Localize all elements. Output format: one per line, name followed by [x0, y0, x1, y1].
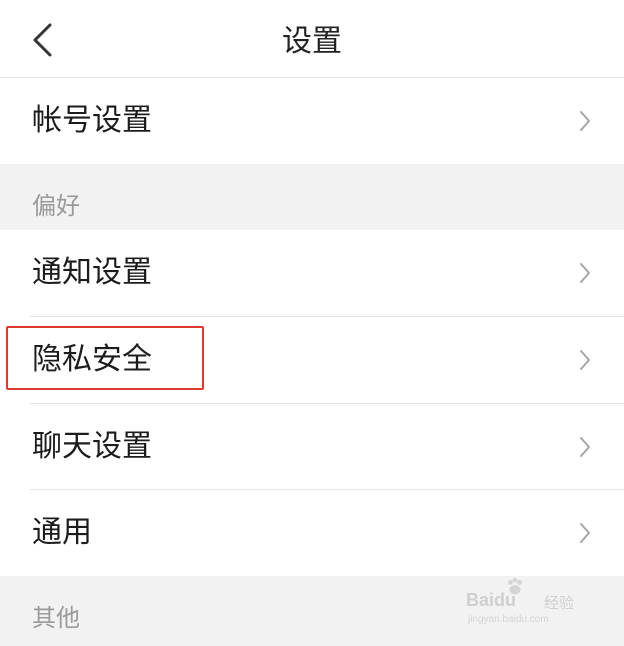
privacy-security-label: 隐私安全 [32, 342, 152, 377]
page-title: 设置 [282, 24, 342, 59]
preferences-section-title: 偏好 [32, 192, 80, 220]
chevron-right-icon [580, 437, 590, 457]
chevron-right-icon [580, 350, 590, 370]
notification-settings-row[interactable]: 通知设置 [0, 230, 624, 316]
other-section-title: 其他 [32, 604, 80, 632]
account-settings-row[interactable]: 帐号设置 [0, 78, 624, 164]
privacy-security-row[interactable]: 隐私安全 [0, 317, 624, 403]
chat-settings-row[interactable]: 聊天设置 [0, 404, 624, 490]
general-settings-row[interactable]: 通用 [0, 490, 624, 576]
notification-settings-label: 通知设置 [32, 255, 152, 290]
chevron-right-icon [580, 263, 590, 283]
chevron-right-icon [580, 111, 590, 131]
navigation-bar: 设置 [0, 0, 624, 78]
general-settings-label: 通用 [32, 515, 92, 550]
preferences-section: 偏好 [0, 164, 624, 230]
chat-settings-label: 聊天设置 [32, 429, 152, 464]
chevron-right-icon [580, 523, 590, 543]
other-section: 其他 [0, 576, 624, 646]
settings-screen: 设置 帐号设置 偏好 通知设置 隐私安全 聊天设置 通用 其他 Baidu 经验… [0, 0, 624, 646]
account-settings-label: 帐号设置 [32, 103, 152, 138]
